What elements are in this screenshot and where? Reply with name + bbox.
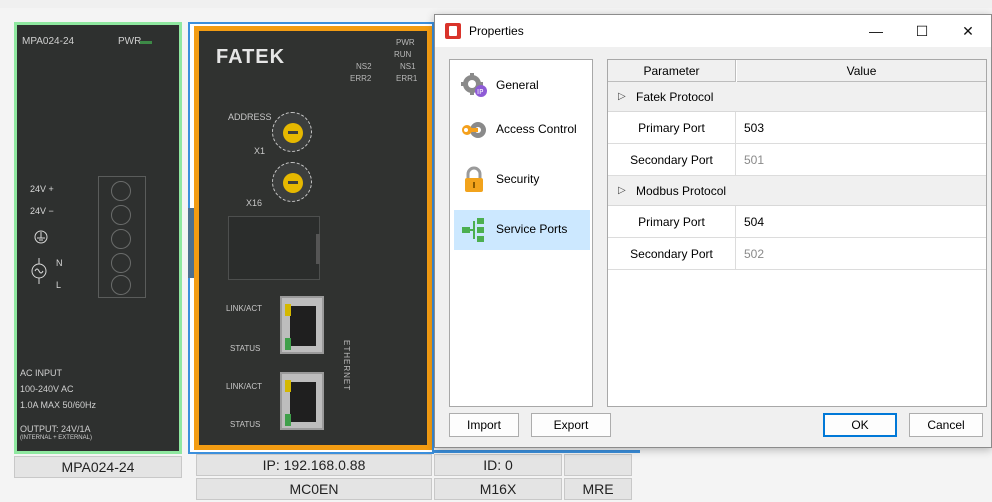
x1-label: X1 — [254, 146, 266, 156]
terminal-hole — [111, 229, 131, 249]
rotary-switch-x16[interactable] — [272, 162, 312, 202]
empty-label-cell — [564, 454, 632, 476]
status-label-2: STATUS — [230, 420, 261, 429]
brand-logo: FATEK — [216, 46, 286, 68]
minimize-button[interactable]: — — [853, 15, 899, 47]
param-value-readonly: 501 — [744, 153, 765, 167]
maximize-button[interactable]: ☐ — [899, 15, 945, 47]
psu-spec-output: OUTPUT: 24V/1A — [20, 424, 91, 434]
ok-button[interactable]: OK — [823, 413, 897, 437]
plc-configuration-workspace: MPA024-24 PWR 24V + 24V − N L AC INPUT 1… — [0, 0, 992, 502]
ethernet-label: ETHERNET — [342, 340, 351, 392]
module-bus-line — [434, 450, 640, 453]
ground-icon — [34, 230, 48, 244]
terminal-label-n: N — [56, 258, 63, 268]
ac-input-icon — [31, 258, 47, 284]
expand-arrow-icon[interactable]: ▷ — [618, 185, 626, 196]
import-button[interactable]: Import — [449, 413, 519, 437]
ethernet-port-1 — [280, 296, 324, 354]
psu-power-led — [140, 41, 152, 44]
status-label-1: STATUS — [230, 344, 261, 353]
category-label-access-control: Access Control — [496, 122, 577, 136]
link-act-label-1: LINK/ACT — [226, 304, 263, 313]
export-button[interactable]: Export — [531, 413, 611, 437]
table-row[interactable]: Secondary Port 502 — [608, 238, 986, 270]
category-item-service-ports[interactable]: Service Ports — [454, 210, 590, 250]
ethernet-port-2 — [280, 372, 324, 430]
network-tree-icon — [462, 218, 484, 242]
padlock-icon — [465, 166, 483, 192]
group-modbus-protocol[interactable]: ▷ Modbus Protocol — [608, 176, 986, 206]
terminal-block — [98, 176, 146, 298]
param-value-readonly: 502 — [744, 247, 765, 261]
psu-spec-ac-input: AC INPUT — [20, 368, 63, 378]
psu-pwr-label: PWR — [118, 36, 142, 47]
table-row[interactable]: Primary Port 503 — [608, 112, 986, 144]
table-row[interactable]: Secondary Port 501 — [608, 144, 986, 176]
cpu-model-label: MC0EN — [196, 478, 432, 500]
memory-card-slot — [228, 216, 320, 280]
terminal-hole — [111, 253, 131, 273]
properties-dialog: Properties — ☐ ✕ IP General Access Contr… — [434, 14, 992, 448]
address-label: ADDRESS — [228, 112, 272, 122]
table-row[interactable]: Primary Port 504 — [608, 206, 986, 238]
psu-spec-current: 1.0A MAX 50/60Hz — [20, 400, 97, 410]
param-name: Secondary Port — [608, 238, 736, 269]
close-button[interactable]: ✕ — [945, 15, 991, 47]
expand-arrow-icon[interactable]: ▷ — [618, 91, 626, 102]
svg-text:IP: IP — [477, 88, 483, 96]
led-err1-label: ERR1 — [396, 74, 418, 83]
mre-label: MRE — [564, 478, 632, 500]
led-err2-label: ERR2 — [350, 74, 372, 83]
category-item-security[interactable]: Security — [454, 160, 590, 200]
terminal-hole — [111, 205, 131, 225]
rotary-knob — [283, 123, 303, 143]
param-name: Primary Port — [608, 112, 736, 143]
cancel-button[interactable]: Cancel — [909, 413, 983, 437]
category-item-general[interactable]: IP General — [454, 66, 590, 106]
category-label-service-ports: Service Ports — [496, 222, 568, 236]
led-run-label: RUN — [394, 50, 412, 59]
group-label: Fatek Protocol — [636, 90, 714, 104]
param-name: Primary Port — [608, 206, 736, 237]
terminal-hole — [111, 181, 131, 201]
led-pwr-label: PWR — [396, 38, 415, 47]
led-ns1-label: NS1 — [400, 62, 416, 71]
terminal-label-24v-minus: 24V − — [30, 206, 54, 216]
terminal-label-24v-plus: 24V + — [30, 184, 54, 194]
station-id-label: ID: 0 — [434, 454, 562, 476]
property-grid: Parameter Value ▷ Fatek Protocol Primary… — [607, 59, 987, 407]
category-label-security: Security — [496, 172, 540, 186]
param-name: Secondary Port — [608, 144, 736, 175]
key-gear-icon — [462, 122, 486, 138]
rotary-knob — [283, 173, 303, 193]
rotary-switch-x1[interactable] — [272, 112, 312, 152]
category-item-access-control[interactable]: Access Control — [454, 110, 590, 150]
dialog-titlebar[interactable]: Properties — ☐ ✕ — [435, 15, 991, 47]
gear-ip-icon: IP — [461, 73, 487, 97]
psu-spec-voltage: 100-240V AC — [20, 384, 74, 394]
terminal-label-l: L — [56, 280, 62, 290]
column-header-parameter[interactable]: Parameter — [608, 60, 736, 82]
group-fatek-protocol[interactable]: ▷ Fatek Protocol — [608, 82, 986, 112]
column-header-value[interactable]: Value — [737, 60, 986, 82]
psu-model-text: MPA024-24 — [22, 36, 75, 47]
ip-address-label: IP: 192.168.0.88 — [196, 454, 432, 476]
param-value-input[interactable]: 503 — [744, 121, 764, 135]
psu-spec-output-sub: (INTERNAL + EXTERNAL) — [20, 435, 92, 441]
psu-name-label: MPA024-24 — [14, 456, 182, 478]
param-value-input[interactable]: 504 — [744, 215, 764, 229]
io-model-label: M16X — [434, 478, 562, 500]
toolbar-strip — [0, 0, 992, 8]
link-act-label-2: LINK/ACT — [226, 382, 263, 391]
dialog-title: Properties — [469, 24, 524, 38]
x16-label: X16 — [246, 198, 263, 208]
slot-latch — [316, 234, 320, 264]
properties-app-icon — [445, 23, 461, 39]
category-list: IP General Access Control Security Servi… — [449, 59, 593, 407]
led-ns2-label: NS2 — [356, 62, 372, 71]
category-label-general: General — [496, 78, 539, 92]
group-label: Modbus Protocol — [636, 184, 727, 198]
terminal-hole — [111, 275, 131, 295]
